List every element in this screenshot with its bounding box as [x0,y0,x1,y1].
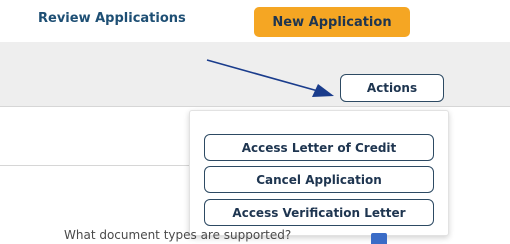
application-page: Review Applications New Application Acti… [0,0,510,244]
section-divider [0,165,190,166]
top-nav: Review Applications New Application [0,0,510,42]
tab-review-applications[interactable]: Review Applications [38,11,186,26]
access-letter-of-credit-button[interactable]: Access Letter of Credit [204,134,434,161]
tab-new-application[interactable]: New Application [254,7,410,37]
actions-button[interactable]: Actions [340,74,444,102]
actions-dropdown-menu: Access Letter of Credit Cancel Applicati… [189,110,449,236]
access-verification-letter-button[interactable]: Access Verification Letter [204,199,434,226]
cancel-application-button[interactable]: Cancel Application [204,166,434,193]
faq-question[interactable]: What document types are supported? [64,228,291,242]
help-icon[interactable] [371,233,387,244]
